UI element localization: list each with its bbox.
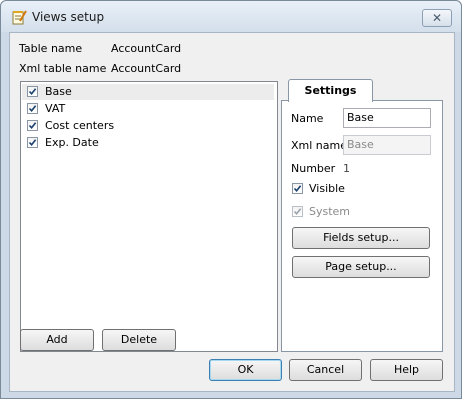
views-list[interactable]: Base VAT Cost centers Exp. Date <box>20 81 278 352</box>
cancel-button[interactable]: Cancel <box>289 359 362 381</box>
table-name-label: Table name <box>19 42 83 55</box>
view-item-vat[interactable]: VAT <box>22 101 274 117</box>
ok-button[interactable]: OK <box>209 359 282 381</box>
system-checkbox <box>292 206 303 217</box>
close-button[interactable]: ✕ <box>422 9 452 27</box>
close-icon: ✕ <box>431 11 443 25</box>
check-mark-icon <box>28 122 37 130</box>
view-checkbox[interactable] <box>27 137 38 148</box>
page-setup-button[interactable]: Page setup... <box>292 256 430 278</box>
window-title: Views setup <box>32 10 105 24</box>
check-mark-icon <box>293 208 302 216</box>
xml-table-name-label: Xml table name <box>19 62 107 75</box>
view-label: Base <box>45 85 72 98</box>
settings-panel: Name Base Xml name Base Number 1 Visible… <box>281 100 443 352</box>
notepad-pencil-icon <box>12 10 27 25</box>
view-checkbox[interactable] <box>27 120 38 131</box>
visible-label: Visible <box>309 182 345 195</box>
system-label: System <box>309 205 351 218</box>
check-mark-icon <box>28 88 37 96</box>
xml-name-field-value: Base <box>347 138 374 151</box>
tab-settings[interactable]: Settings <box>288 79 373 102</box>
xml-name-label: Xml name <box>291 139 347 152</box>
check-mark-icon <box>28 139 37 147</box>
name-field-value: Base <box>347 111 374 124</box>
name-label: Name <box>291 112 324 125</box>
check-mark-icon <box>28 105 37 113</box>
visible-checkbox[interactable] <box>292 183 303 194</box>
title-bar[interactable]: Views setup ✕ <box>1 1 461 32</box>
view-label: Exp. Date <box>45 136 99 149</box>
view-checkbox[interactable] <box>27 103 38 114</box>
dialog-body: Table name AccountCard Xml table name Ac… <box>9 32 455 392</box>
view-label: VAT <box>45 102 66 115</box>
table-name-value: AccountCard <box>111 42 182 55</box>
view-checkbox[interactable] <box>27 86 38 97</box>
delete-button[interactable]: Delete <box>102 329 176 351</box>
view-item-cost-centers[interactable]: Cost centers <box>22 118 274 134</box>
view-item-exp-date[interactable]: Exp. Date <box>22 135 274 151</box>
xml-table-name-value: AccountCard <box>111 62 182 75</box>
name-field[interactable]: Base <box>343 108 431 128</box>
help-button[interactable]: Help <box>370 359 443 381</box>
check-mark-icon <box>293 185 302 193</box>
xml-name-field: Base <box>343 135 431 155</box>
views-setup-window: Views setup ✕ Table name AccountCard Xml… <box>0 0 462 399</box>
number-value: 1 <box>343 162 350 175</box>
view-item-base[interactable]: Base <box>22 84 274 100</box>
add-button[interactable]: Add <box>20 329 94 351</box>
number-label: Number <box>291 162 336 175</box>
fields-setup-button[interactable]: Fields setup... <box>292 227 430 249</box>
view-label: Cost centers <box>45 119 115 132</box>
